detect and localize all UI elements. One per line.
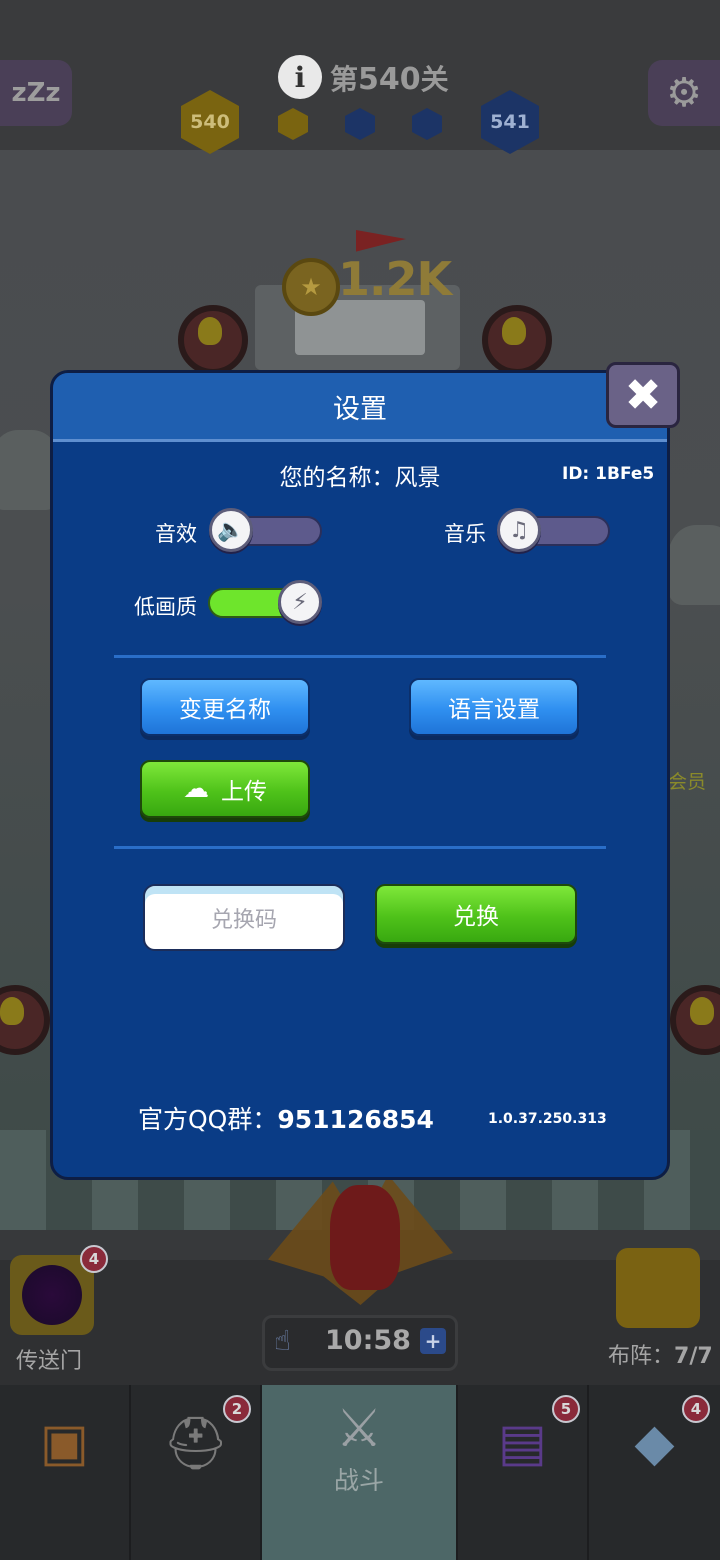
timer-plus-button[interactable]: + — [420, 1328, 446, 1354]
cloud-upload-icon: ☁ — [183, 774, 209, 804]
current-level-hex: 540 — [181, 90, 239, 154]
dragon-body — [330, 1185, 400, 1290]
tab-heroes-badge: 2 — [223, 1395, 251, 1423]
stage-progress-dot — [278, 108, 308, 140]
portal-badge: 4 — [80, 1245, 108, 1273]
upload-button[interactable]: ☁ 上传 — [140, 760, 310, 818]
portal-icon — [22, 1265, 82, 1325]
lightning-icon[interactable]: ⚡ — [278, 580, 322, 624]
stage-progress-dot — [412, 108, 442, 140]
close-icon: ✖ — [624, 369, 662, 421]
crossed-swords-icon: ⚔ — [335, 1399, 383, 1459]
speaker-icon[interactable]: 🔈 — [209, 508, 253, 552]
low-quality-label: 低画质 — [134, 595, 197, 619]
vip-label[interactable]: 会员 — [668, 767, 706, 794]
formation-button[interactable] — [616, 1248, 700, 1328]
info-icon[interactable]: i — [278, 55, 322, 99]
sound-label: 音效 — [155, 522, 197, 546]
tab-spellbook-badge: 5 — [552, 1395, 580, 1423]
formation-label: 布阵：7/7 — [608, 1344, 713, 1369]
dialog-title: 设置 — [333, 393, 387, 425]
brazier-right — [482, 305, 552, 375]
qq-group: 官方QQ群：951126854 — [138, 1105, 434, 1134]
brazier-left — [178, 305, 248, 375]
music-label: 音乐 — [444, 522, 486, 546]
gear-icon: ⚙ — [666, 70, 702, 116]
version-text: 1.0.37.250.313 — [488, 1111, 607, 1127]
tab-amulet-badge: 4 — [682, 1395, 710, 1423]
timer-text: 10:58 — [325, 1325, 411, 1356]
close-button[interactable]: ✖ — [606, 362, 680, 428]
divider — [114, 655, 606, 658]
dialog-header: 设置 — [53, 373, 667, 442]
treasure-chest-icon: ▣ — [39, 1413, 90, 1473]
side-decoration-right — [668, 525, 720, 605]
settings-button[interactable]: ⚙ — [648, 60, 720, 126]
stage-progress-dot — [345, 108, 375, 140]
divider — [114, 846, 606, 849]
coin-amount: 1.2K — [338, 252, 452, 306]
language-button[interactable]: 语言设置 — [409, 678, 579, 736]
tap-hand-icon: ☝ — [274, 1324, 292, 1357]
music-note-icon[interactable]: ♫ — [497, 508, 541, 552]
tab-treasure[interactable]: ▣ — [0, 1385, 131, 1560]
player-id: ID: 1BFe5 — [562, 464, 655, 484]
coin-icon: ★ — [282, 258, 340, 316]
level-title: 第540关 — [330, 62, 449, 97]
redeem-code-input[interactable]: 兑换码 — [143, 884, 345, 951]
sleep-icon: zZz — [11, 78, 61, 108]
portal-label: 传送门 — [16, 1349, 83, 1374]
rename-button[interactable]: 变更名称 — [140, 678, 310, 736]
redeem-button[interactable]: 兑换 — [375, 884, 577, 944]
tab-battle-label: 战斗 — [333, 1466, 384, 1495]
next-level-hex: 541 — [481, 90, 539, 154]
tab-battle[interactable]: ⚔ 战斗 — [262, 1385, 458, 1560]
sleep-button[interactable]: zZz — [0, 60, 72, 126]
